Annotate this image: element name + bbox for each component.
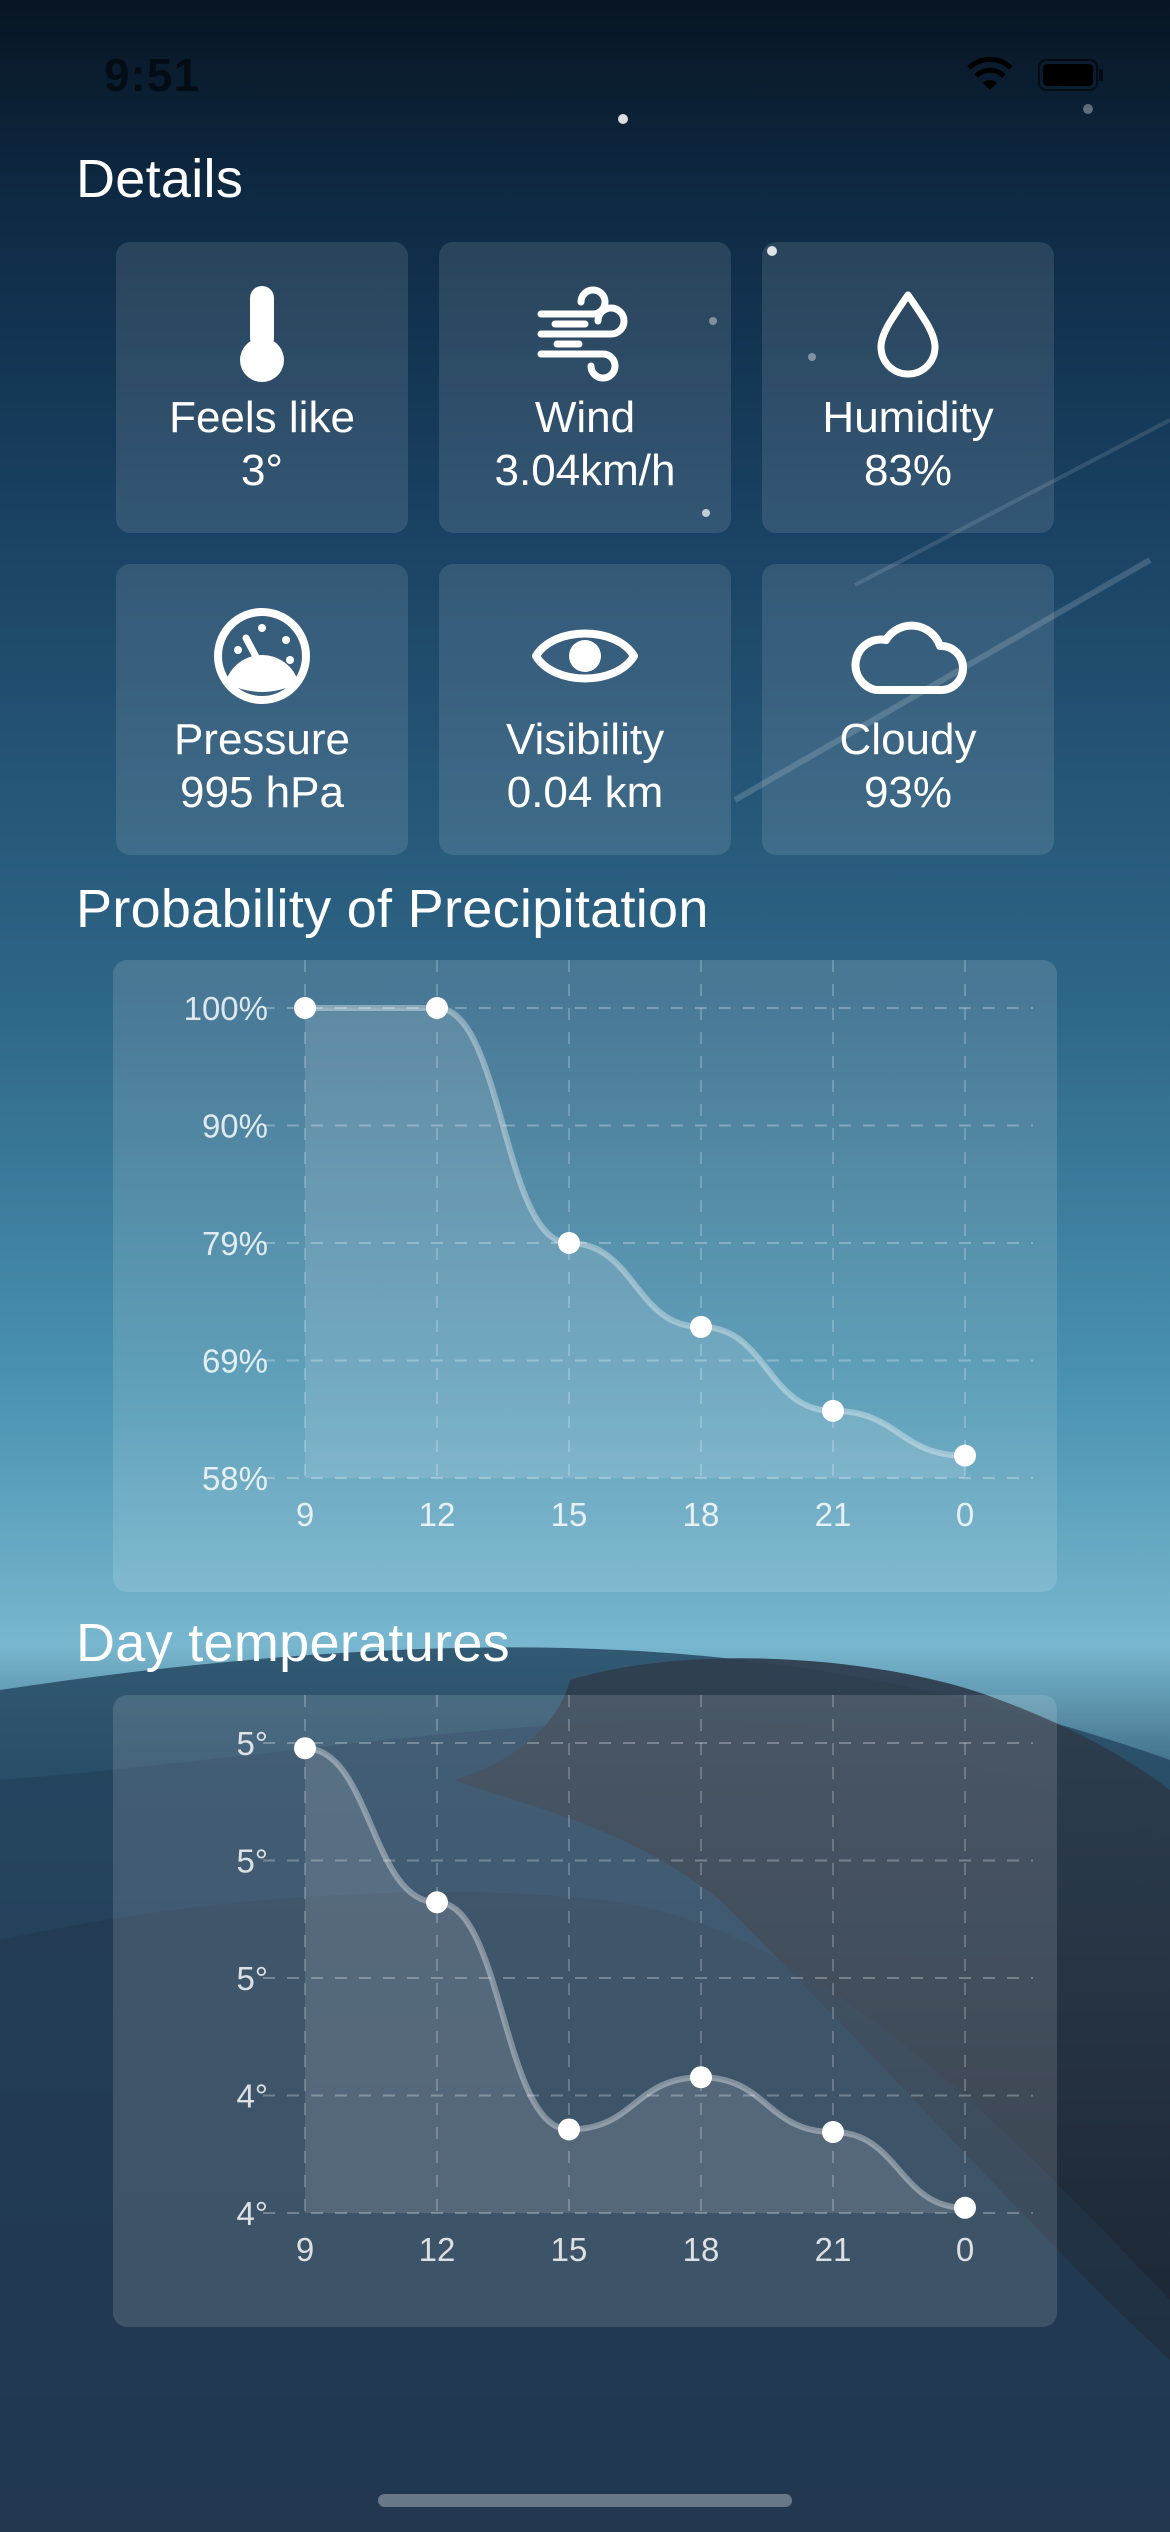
data-point <box>558 2118 580 2141</box>
gauge-icon <box>214 608 310 704</box>
wind-label: Wind <box>534 393 636 442</box>
x-tick-label: 9 <box>296 2231 314 2268</box>
home-indicator[interactable] <box>378 2494 792 2507</box>
wind-icon <box>537 286 628 382</box>
y-tick-label: 5° <box>236 1843 268 1880</box>
precipitation-chart-svg: 100% 90% 79% 69% 58% 9 12 15 18 21 0 <box>184 960 1033 1533</box>
x-tick-label: 18 <box>683 2231 720 2268</box>
temperatures-chart: 5° 5° 5° 4° 4° 9 12 15 18 21 0 <box>113 1695 1057 2327</box>
data-point <box>426 997 448 1019</box>
y-tick-label: 5° <box>236 1960 268 1997</box>
data-point <box>690 1315 712 1338</box>
eye-icon <box>532 629 638 683</box>
status-bar: 9:51 <box>0 44 1170 104</box>
pressure-value: 995 hPa <box>180 768 344 817</box>
tile-visibility: Visibility 0.04 km <box>439 564 731 855</box>
temperatures-chart-svg: 5° 5° 5° 4° 4° 9 12 15 18 21 0 <box>236 1695 1033 2268</box>
data-point <box>954 2196 976 2219</box>
x-tick-label: 9 <box>296 1496 314 1533</box>
visibility-label: Visibility <box>505 715 665 764</box>
x-tick-label: 21 <box>815 2231 852 2268</box>
data-point <box>822 1399 844 1422</box>
tile-wind: Wind 3.04km/h <box>439 242 731 533</box>
data-point <box>954 1444 976 1467</box>
y-tick-label: 100% <box>184 990 268 1027</box>
x-tick-label: 18 <box>683 1496 720 1533</box>
battery-icon <box>1038 59 1103 91</box>
x-tick-label: 0 <box>956 2231 974 2268</box>
tile-pressure: Pressure 995 hPa <box>116 564 408 855</box>
tile-cloudy: Cloudy 93% <box>762 564 1054 855</box>
data-point <box>426 1891 448 1914</box>
details-title: Details <box>76 149 244 209</box>
precipitation-title: Probability of Precipitation <box>76 879 709 939</box>
cloudy-value: 93% <box>863 768 953 817</box>
y-tick-label: 90% <box>202 1108 268 1145</box>
humidity-value: 83% <box>863 446 953 495</box>
status-icons <box>964 56 1104 94</box>
x-tick-label: 12 <box>419 2231 456 2268</box>
feels-like-label: Feels like <box>169 393 355 442</box>
pressure-label: Pressure <box>173 715 351 764</box>
wind-value: 3.04km/h <box>494 446 676 495</box>
y-tick-label: 4° <box>236 2078 268 2115</box>
data-point <box>294 997 316 1019</box>
tile-feels-like: Feels like 3° <box>116 242 408 533</box>
thermometer-icon <box>240 286 284 382</box>
droplet-icon <box>877 291 939 378</box>
details-grid: Feels like 3° Wind 3.04km/h Humidity 83%… <box>116 242 1054 855</box>
tile-humidity: Humidity 83% <box>762 242 1054 533</box>
humidity-label: Humidity <box>822 393 994 442</box>
wifi-icon <box>967 56 1013 90</box>
visibility-value: 0.04 km <box>506 768 664 817</box>
x-tick-label: 21 <box>815 1496 852 1533</box>
x-tick-label: 12 <box>419 1496 456 1533</box>
data-point <box>558 1232 580 1254</box>
data-point <box>822 2121 844 2144</box>
y-tick-label: 69% <box>202 1343 268 1380</box>
x-tick-label: 15 <box>551 2231 588 2268</box>
y-tick-label: 79% <box>202 1225 268 1262</box>
temperatures-title: Day temperatures <box>76 1613 510 1673</box>
status-time: 9:51 <box>104 49 201 101</box>
y-tick-label: 5° <box>236 1725 268 1762</box>
cloudy-label: Cloudy <box>839 715 977 764</box>
x-tick-label: 15 <box>551 1496 588 1533</box>
precipitation-chart: 100% 90% 79% 69% 58% 9 12 15 18 21 0 <box>113 960 1057 1592</box>
x-tick-label: 0 <box>956 1496 974 1533</box>
cloud-icon <box>851 621 967 694</box>
feels-like-value: 3° <box>240 446 284 495</box>
y-tick-label: 58% <box>202 1460 268 1497</box>
data-point <box>690 2066 712 2089</box>
data-point <box>294 1737 316 1760</box>
y-tick-label: 4° <box>236 2195 268 2232</box>
